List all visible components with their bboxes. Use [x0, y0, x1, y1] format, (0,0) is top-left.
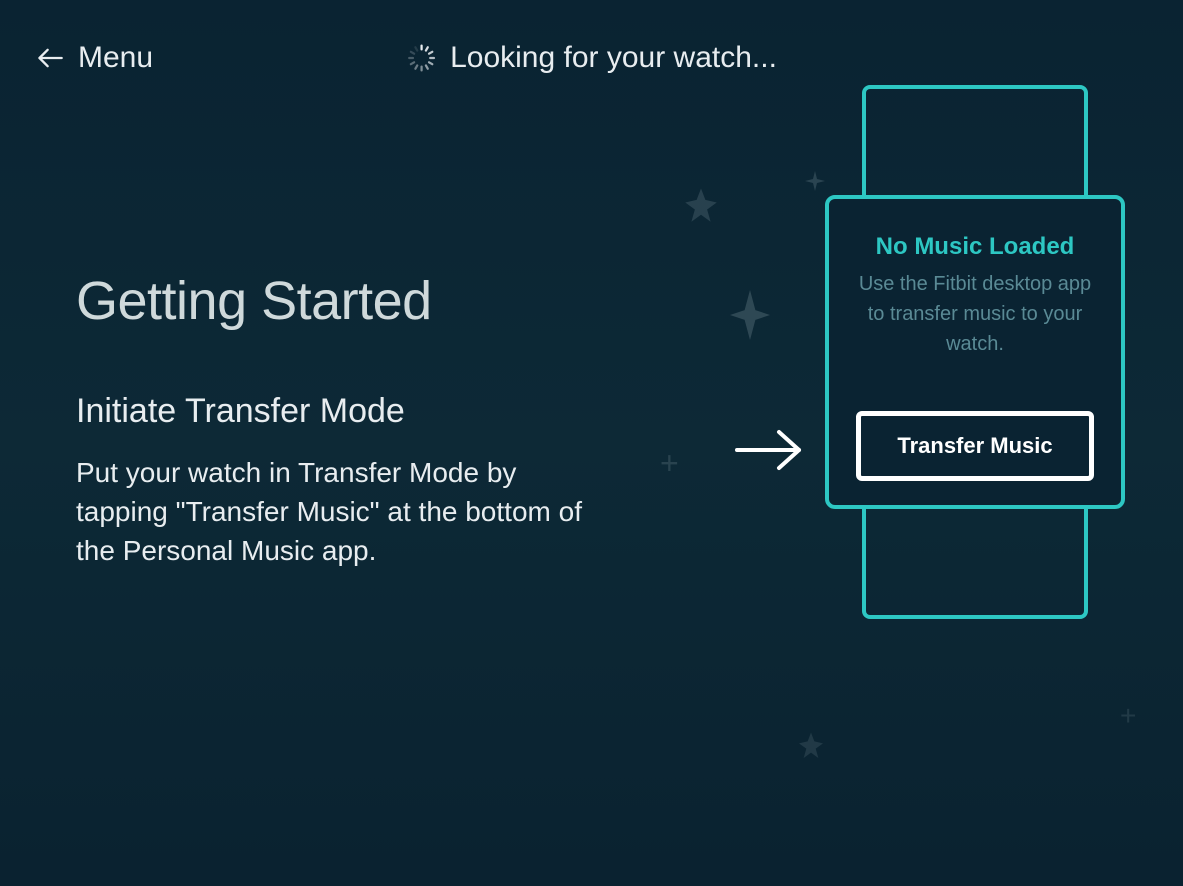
watch-screen: No Music Loaded Use the Fitbit desktop a… [825, 195, 1125, 509]
plus-icon: + [1120, 700, 1136, 732]
subtitle: Initiate Transfer Mode [76, 392, 636, 431]
watch-screen-title: No Music Loaded [853, 233, 1097, 261]
transfer-music-label: Transfer Music [897, 433, 1052, 459]
status-area: Looking for your watch... [406, 41, 777, 75]
watch-illustration: No Music Loaded Use the Fitbit desktop a… [825, 85, 1125, 619]
watch-screen-desc: Use the Fitbit desktop app to transfer m… [853, 269, 1097, 359]
transfer-music-button: Transfer Music [856, 411, 1094, 481]
main-content: Getting Started Initiate Transfer Mode P… [0, 80, 1183, 571]
pointer-arrow-icon [733, 425, 805, 475]
watch-band-bottom [862, 509, 1088, 619]
header: Menu Looking for your watch... [0, 0, 1183, 80]
description: Put your watch in Transfer Mode by tappi… [76, 453, 596, 571]
back-arrow-icon [36, 44, 64, 72]
watch-band-top [862, 85, 1088, 195]
menu-button[interactable]: Menu [36, 41, 153, 75]
page-title: Getting Started [76, 270, 636, 332]
spinner-icon [406, 43, 436, 73]
star-icon [795, 730, 827, 762]
menu-label: Menu [78, 41, 153, 75]
status-text: Looking for your watch... [450, 41, 777, 75]
